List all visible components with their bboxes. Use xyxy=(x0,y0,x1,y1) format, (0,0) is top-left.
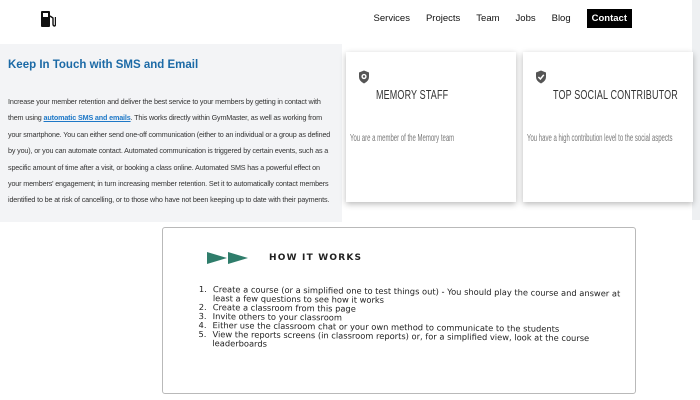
top-navbar: Services Projects Team Jobs Blog Contact xyxy=(0,0,700,40)
list-item: 5. View the reports screens (in classroom… xyxy=(198,328,628,353)
nav-jobs-link[interactable]: Jobs xyxy=(516,10,536,28)
award-description: You are a member of the Memory team xyxy=(350,133,455,144)
how-it-works-title: HOW IT WORKS xyxy=(269,253,363,263)
how-it-works-steps: 1. Create a course (or a simplified one t… xyxy=(198,284,629,353)
sms-email-section: Keep In Touch with SMS and Email Increas… xyxy=(0,44,342,222)
fuel-pump-logo-icon[interactable] xyxy=(40,10,56,28)
award-title: TOP SOCIAL CONTRIBUTOR xyxy=(553,88,678,102)
automatic-sms-link[interactable]: automatic SMS and emails xyxy=(44,113,131,122)
nav-services-link[interactable]: Services xyxy=(374,10,410,28)
check-shield-icon xyxy=(536,70,546,84)
scroll-edge xyxy=(692,0,700,220)
sms-body-rest: . This works directly within GymMaster, … xyxy=(8,113,331,205)
main-nav: Services Projects Team Jobs Blog Contact xyxy=(358,9,632,28)
double-arrow-icon xyxy=(207,252,248,264)
memory-badge-icon xyxy=(359,70,369,84)
award-description: You have a high contribution level to th… xyxy=(527,133,673,144)
nav-blog-link[interactable]: Blog xyxy=(552,10,571,28)
sms-section-title: Keep In Touch with SMS and Email xyxy=(8,59,199,71)
nav-projects-link[interactable]: Projects xyxy=(426,10,460,28)
award-card-memory-staff[interactable]: MEMORY STAFF You are a member of the Mem… xyxy=(346,52,516,202)
contact-button[interactable]: Contact xyxy=(586,9,632,28)
step-number: 5. xyxy=(198,328,207,340)
award-card-top-social-contributor[interactable]: TOP SOCIAL CONTRIBUTOR You have a high c… xyxy=(523,52,693,202)
step-number: 1. xyxy=(198,284,207,295)
award-title: MEMORY STAFF xyxy=(376,88,449,102)
sms-section-body: Increase your member retention and deliv… xyxy=(8,94,335,209)
how-it-works-image: HOW IT WORKS 1. Create a course (or a sim… xyxy=(162,227,636,394)
nav-team-link[interactable]: Team xyxy=(476,10,499,28)
step-text: View the reports screens (in classroom r… xyxy=(212,329,590,349)
